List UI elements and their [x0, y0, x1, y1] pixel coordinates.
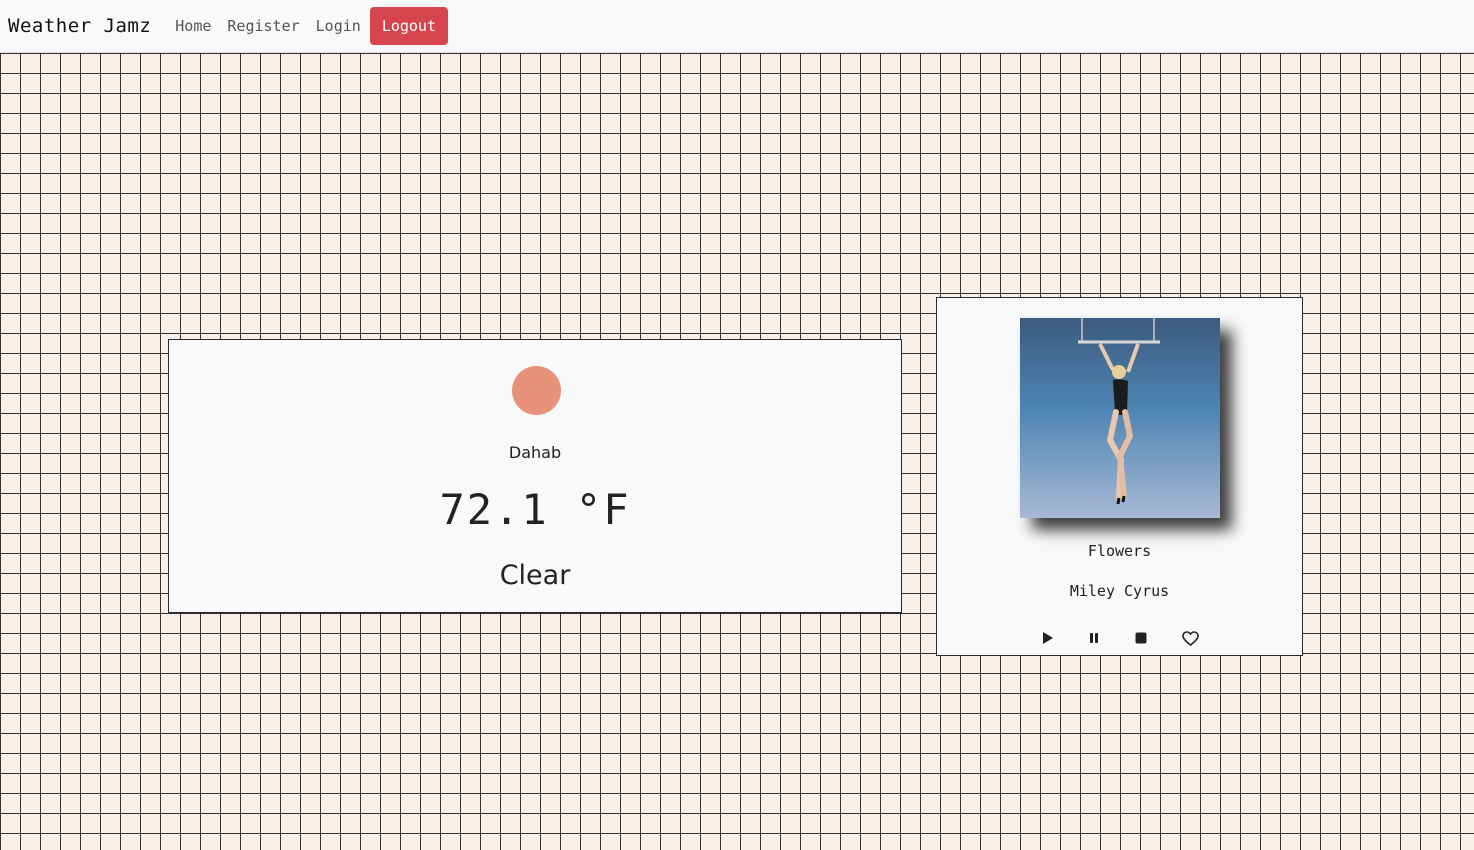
- nav-register-link[interactable]: Register: [227, 17, 299, 35]
- city-name: Dahab: [508, 443, 562, 462]
- logout-button[interactable]: Logout: [369, 7, 448, 45]
- pause-icon[interactable]: [1085, 629, 1103, 647]
- stop-icon[interactable]: [1132, 629, 1150, 647]
- weather-card: Dahab 72.1 °F Clear: [168, 339, 902, 613]
- heart-icon[interactable]: [1181, 629, 1199, 647]
- weather-condition: Clear: [499, 560, 571, 591]
- temperature: 72.1 °F: [439, 485, 631, 534]
- album-cover-image: [1020, 318, 1220, 518]
- brand-logo[interactable]: Weather Jamz: [8, 15, 151, 37]
- song-title: Flowers: [1087, 542, 1152, 560]
- navbar: Weather Jamz Home Register Login Logout: [0, 0, 1474, 53]
- play-icon[interactable]: [1038, 629, 1056, 647]
- sun-icon: [512, 366, 561, 415]
- nav-login-link[interactable]: Login: [316, 17, 361, 35]
- music-player-card: Flowers Miley Cyrus: [936, 297, 1303, 656]
- album-cover: [1020, 318, 1220, 518]
- nav-home-link[interactable]: Home: [175, 17, 211, 35]
- artist-name: Miley Cyrus: [1069, 582, 1170, 600]
